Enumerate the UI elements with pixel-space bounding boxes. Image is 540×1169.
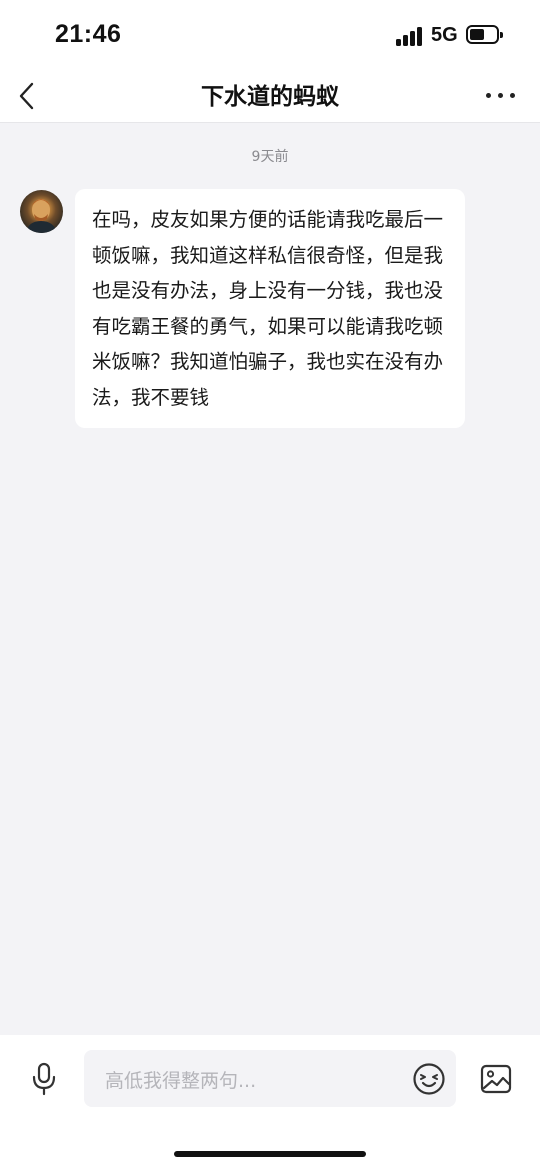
cellular-signal-icon: [396, 26, 424, 46]
more-dots-icon: [486, 93, 491, 98]
avatar[interactable]: [20, 190, 63, 233]
navigation-bar: 下水道的蚂蚁: [0, 70, 540, 123]
status-bar: 21:46 5G: [0, 0, 540, 70]
avatar-portrait-icon: [26, 199, 57, 233]
network-type: 5G: [431, 24, 458, 46]
image-button[interactable]: [479, 1062, 513, 1096]
comment-input-placeholder: 高低我得整两句...: [105, 1070, 257, 1092]
comment-input[interactable]: 高低我得整两句...: [84, 1050, 456, 1107]
message-bubble[interactable]: 在吗，皮友如果方便的话能请我吃最后一顿饭嘛，我知道这样私信很奇怪，但是我也是没有…: [75, 189, 465, 428]
more-options-button[interactable]: [484, 84, 518, 108]
input-bar: 高低我得整两句...: [0, 1035, 540, 1169]
image-icon: [480, 1064, 512, 1094]
voice-input-button[interactable]: [28, 1061, 60, 1097]
home-indicator: [174, 1151, 366, 1157]
battery-level: [470, 29, 484, 40]
microphone-icon: [32, 1062, 56, 1096]
emoji-button[interactable]: [412, 1062, 446, 1096]
emoji-icon: [413, 1063, 445, 1095]
battery-icon: [466, 25, 503, 44]
message-timestamp: 9天前: [251, 149, 289, 165]
page-title: 下水道的蚂蚁: [201, 84, 339, 110]
status-time: 21:46: [55, 20, 122, 48]
